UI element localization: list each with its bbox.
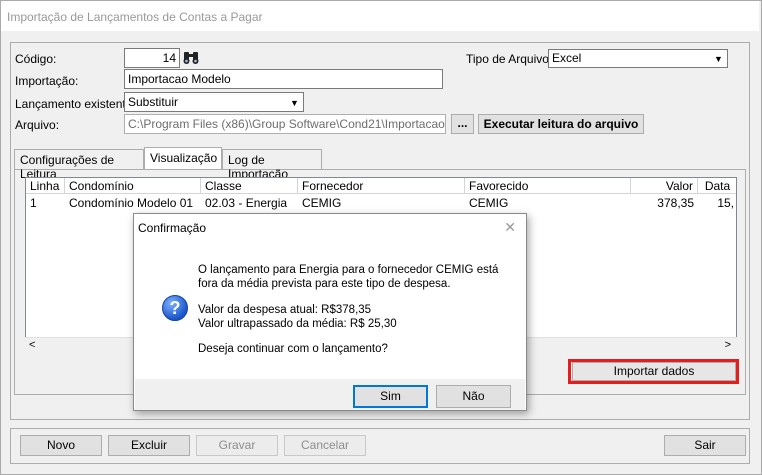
importar-dados-button[interactable]: Importar dados	[572, 362, 736, 381]
tipo-arquivo-value: Excel	[552, 51, 582, 65]
column-header-fornecedor[interactable]: Fornecedor	[298, 178, 465, 194]
table-row-cell-fornecedor[interactable]: CEMIG	[298, 195, 465, 211]
title-bar: Importação de Lançamentos de Contas a Pa…	[1, 1, 759, 31]
dialog-title: Confirmação	[138, 221, 207, 235]
chevron-down-icon: ▼	[710, 50, 727, 67]
confirmation-dialog: Confirmação ✕ ? O lançamento para Energi…	[133, 213, 527, 411]
table-row-cell-condominio[interactable]: Condomínio Modelo 01	[65, 195, 201, 211]
column-header-data[interactable]: Data	[698, 178, 736, 194]
lancamento-existente-select[interactable]: Substituir ▼	[124, 92, 304, 112]
scroll-left-icon[interactable]: <	[29, 339, 35, 351]
arquivo-label: Arquivo:	[15, 118, 60, 132]
scroll-right-icon[interactable]: >	[725, 339, 731, 351]
table-row-cell-data[interactable]: 15,	[698, 195, 736, 211]
column-header-favorecido[interactable]: Favorecido	[465, 178, 631, 194]
chevron-down-icon: ▼	[286, 94, 303, 111]
column-header-linha[interactable]: Linha	[26, 178, 65, 194]
dialog-question: Deseja continuar com o lançamento?	[198, 343, 388, 355]
table-row-cell-valor[interactable]: 378,35	[631, 195, 698, 211]
close-icon[interactable]: ✕	[504, 219, 516, 236]
novo-button[interactable]: Novo	[20, 435, 102, 456]
lancamento-existente-label: Lançamento existente:	[15, 97, 136, 111]
sim-button[interactable]: Sim	[353, 385, 428, 408]
table-row-cell-linha[interactable]: 1	[26, 195, 65, 211]
importacao-field[interactable]: Importacao Modelo	[124, 69, 443, 89]
codigo-field[interactable]: 14	[124, 48, 180, 68]
column-header-valor[interactable]: Valor	[631, 178, 698, 194]
dialog-message-line2: fora da média prevista para este tipo de…	[198, 278, 451, 290]
dialog-body: ? O lançamento para Energia para o forne…	[135, 244, 525, 379]
tab-visualizacao[interactable]: Visualização	[144, 147, 222, 169]
window-title: Importação de Lançamentos de Contas a Pa…	[7, 10, 263, 24]
importacao-label: Importação:	[15, 74, 79, 88]
tab-configuracoes-leitura[interactable]: Configurações de Leitura	[14, 149, 144, 181]
sair-button[interactable]: Sair	[664, 435, 746, 456]
arquivo-field[interactable]: C:\Program Files (x86)\Group Software\Co…	[124, 114, 446, 134]
binoculars-icon	[183, 52, 199, 64]
browse-button[interactable]: ...	[451, 114, 474, 134]
lancamento-existente-value: Substituir	[128, 95, 179, 109]
dialog-message-line1: O lançamento para Energia para o fornece…	[198, 264, 499, 276]
nao-button[interactable]: Não	[436, 385, 511, 408]
dialog-valor-ultrapassado: Valor ultrapassado da média: R$ 25,30	[198, 318, 397, 330]
tipo-arquivo-select[interactable]: Excel ▼	[548, 49, 728, 68]
executar-leitura-button[interactable]: Executar leitura do arquivo	[478, 114, 644, 134]
gravar-button[interactable]: Gravar	[196, 435, 278, 456]
table-row-cell-favorecido[interactable]: CEMIG	[465, 195, 631, 211]
table-row-cell-classe[interactable]: 02.03 - Energia	[201, 195, 298, 211]
column-header-condominio[interactable]: Condomínio	[65, 178, 201, 194]
tipo-arquivo-label: Tipo de Arquivo:	[466, 52, 553, 66]
tab-visualizacao-label: Visualização	[150, 151, 218, 165]
binoculars-search-button[interactable]	[182, 48, 200, 68]
cancelar-button[interactable]: Cancelar	[284, 435, 366, 456]
question-icon: ?	[162, 295, 188, 321]
excluir-button[interactable]: Excluir	[108, 435, 190, 456]
dialog-valor-atual: Valor da despesa atual: R$378,35	[198, 304, 372, 316]
codigo-label: Código:	[15, 52, 57, 66]
tab-log-importacao[interactable]: Log de Importação	[222, 149, 322, 181]
column-header-classe[interactable]: Classe	[201, 178, 298, 194]
